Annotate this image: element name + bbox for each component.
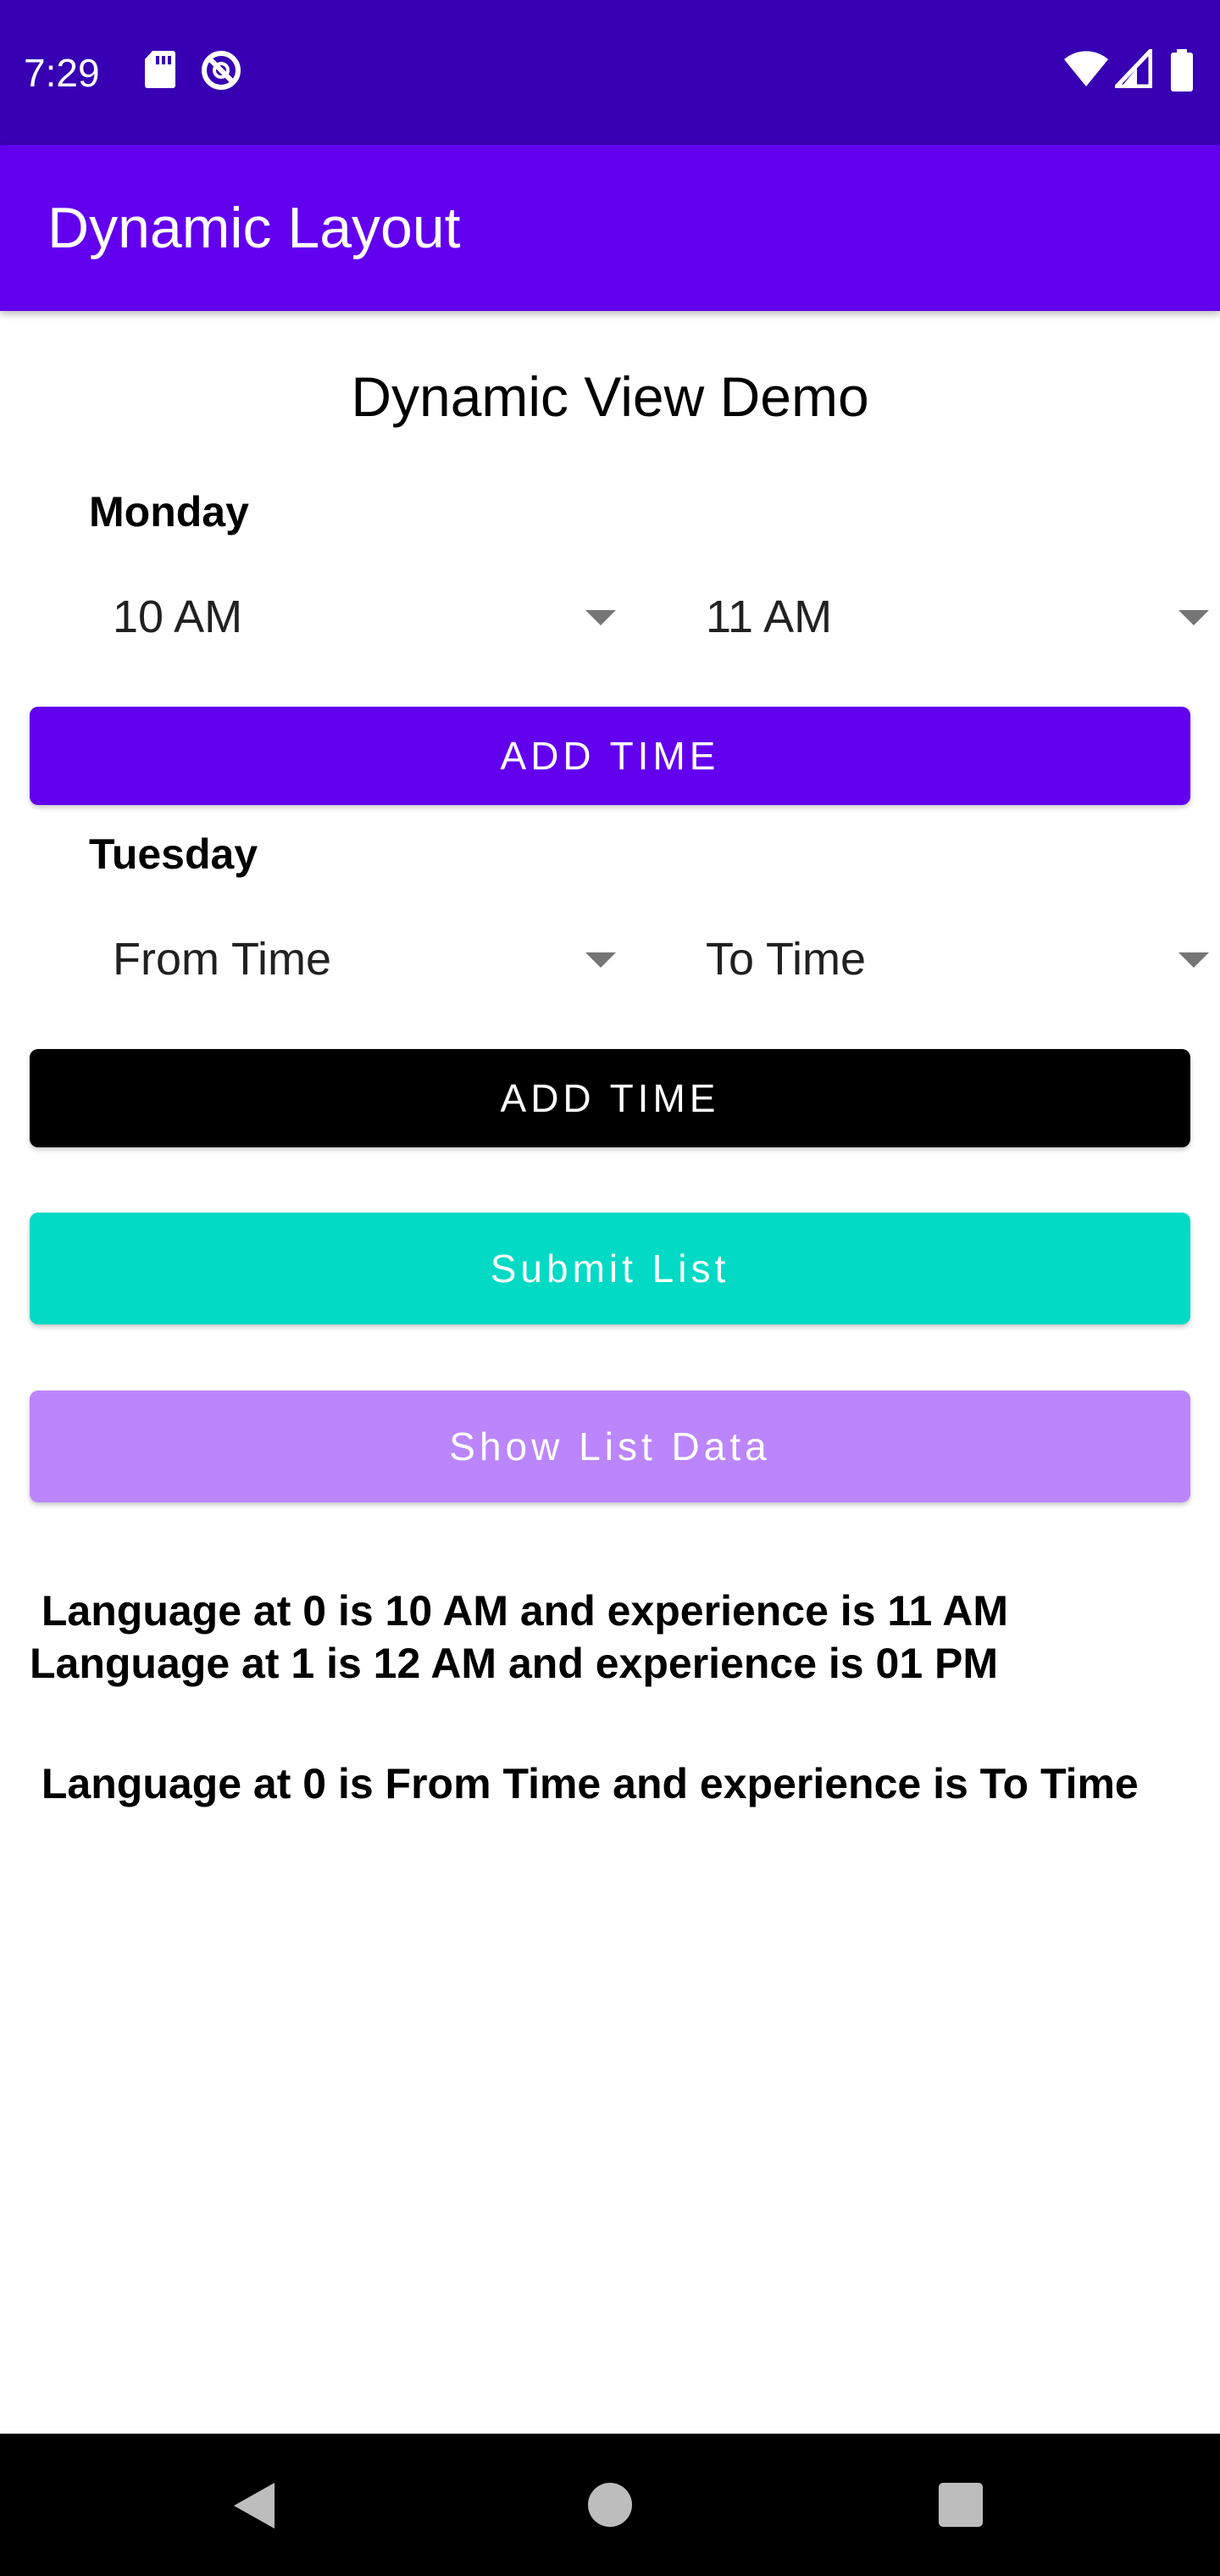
recents-icon[interactable] <box>939 2483 983 2527</box>
status-time: 7:29 <box>24 51 100 95</box>
tuesday-from-time-spinner[interactable]: From Time <box>89 908 640 1010</box>
dropdown-arrow-icon <box>585 952 616 968</box>
monday-result-text: Language at 0 is 10 AM and experience is… <box>30 1587 1009 1687</box>
sd-card-icon <box>145 51 175 88</box>
home-icon[interactable] <box>588 2483 632 2527</box>
wifi-icon <box>1064 51 1108 86</box>
day-label-tuesday: Tuesday <box>89 830 258 878</box>
status-bar: 7:29 <box>0 0 1220 145</box>
day-label-monday: Monday <box>89 488 249 536</box>
submit-list-button[interactable]: Submit List <box>30 1213 1190 1324</box>
tuesday-to-time-spinner[interactable]: To Time <box>682 908 1220 1010</box>
demo-title: Dynamic View Demo <box>351 365 869 428</box>
battery-icon <box>1171 49 1193 92</box>
spinner-value: 10 AM <box>113 591 243 642</box>
tuesday-add-time-button[interactable]: ADD TIME <box>30 1049 1190 1147</box>
dropdown-arrow-icon <box>1178 610 1209 625</box>
spinner-value: 11 AM <box>706 591 833 642</box>
monday-from-time-spinner[interactable]: 10 AM <box>89 566 640 668</box>
back-icon[interactable] <box>234 2483 274 2529</box>
spinner-value: From Time <box>113 934 332 985</box>
tuesday-result-text: Language at 0 is From Time and experienc… <box>30 1760 1139 1807</box>
app-bar: Dynamic Layout <box>0 145 1220 311</box>
dropdown-arrow-icon <box>1178 952 1209 968</box>
app-title: Dynamic Layout <box>47 196 461 260</box>
show-list-data-button[interactable]: Show List Data <box>30 1391 1190 1502</box>
monday-to-time-spinner[interactable]: 11 AM <box>682 566 1220 668</box>
monday-add-time-button[interactable]: ADD TIME <box>30 707 1190 805</box>
no-sync-icon <box>202 51 241 90</box>
spinner-value: To Time <box>706 934 867 985</box>
cellular-signal-icon <box>1115 49 1152 88</box>
dropdown-arrow-icon <box>585 610 616 625</box>
